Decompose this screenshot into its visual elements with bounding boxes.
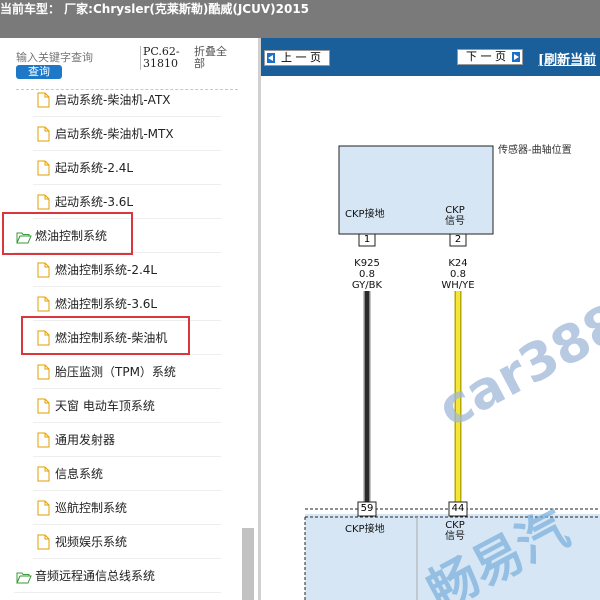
tree-item-label: 启动系统-柴油机-MTX: [55, 127, 174, 141]
tree-item[interactable]: 胎压监测（TPM）系统: [33, 355, 221, 389]
document-icon: [37, 534, 50, 554]
wire-left-gauge: 0.8: [359, 269, 375, 280]
tree-item-label: 燃油控制系统-2.4L: [55, 263, 158, 277]
wiring-diagram: 传感器-曲轴位置 CKP接地 CKP信号 1 2 K925 0.8 GY/BK …: [261, 76, 600, 600]
ecm-left-label: CKP接地: [345, 524, 385, 535]
tree-item-label: 视频娱乐系统: [55, 535, 128, 549]
tree-item-label: 天窗 电动车顶系统: [55, 399, 155, 413]
tree-item[interactable]: 启动系统-柴油机-MTX: [33, 117, 221, 151]
sidebar-scrollbar[interactable]: [242, 528, 254, 600]
vehicle-header: 当前车型： 厂家:Chrysler(克莱斯勒)酷威(JCUV)2015: [0, 0, 600, 38]
sensor-box: [338, 145, 494, 235]
document-icon: [37, 92, 50, 112]
tree-folder-label: 音频远程通信总线系统: [35, 569, 156, 583]
tree-item[interactable]: 巡航控制系统: [33, 491, 221, 525]
tree-item-label: 起动系统-2.4L: [55, 161, 134, 175]
wire-right-gauge: 0.8: [450, 269, 466, 280]
tree-item[interactable]: 信息系统: [33, 457, 221, 491]
wire-left-id: K925: [354, 258, 380, 269]
wire-right-info: K24 0.8 WH/YE: [437, 258, 479, 291]
ecm-pin-left-number: 59: [360, 503, 374, 514]
tree-item-label: 启动系统-柴油机-ATX: [55, 93, 171, 107]
prev-page-button[interactable]: 上 一 页: [264, 50, 330, 66]
tree-item[interactable]: 燃油控制系统-2.4L: [33, 253, 221, 287]
arrow-right-icon: [512, 52, 520, 62]
collapse-all-link[interactable]: 折叠全部: [194, 46, 234, 70]
tree-folder[interactable]: 音频远程通信总线系统: [14, 559, 221, 593]
tree-item[interactable]: 天窗 电动车顶系统: [33, 389, 221, 423]
page-nav-bar: 上 一 页 下 一 页 [刷新当前: [261, 38, 600, 76]
tree-item-label: 通用发射器: [55, 433, 116, 447]
pin-left-number: 1: [363, 234, 371, 245]
document-icon: [37, 160, 50, 180]
wire-right-color: WH/YE: [441, 280, 475, 291]
sidebar: 查询 PC.62-31810 折叠全部 启动系统-柴油机-ATX 启动系统-柴油…: [0, 38, 258, 600]
document-icon: [37, 500, 50, 520]
wire-left-info: K925 0.8 GY/BK: [347, 258, 387, 291]
sensor-name: 传感器-曲轴位置: [498, 145, 572, 156]
pin-right-number: 2: [454, 234, 462, 245]
document-icon: [37, 262, 50, 282]
pin-right-label: CKP信号: [445, 205, 465, 227]
search-button[interactable]: 查询: [16, 65, 62, 79]
document-icon: [37, 296, 50, 316]
vehicle-title: 当前车型： 厂家:Chrysler(克莱斯勒)酷威(JCUV)2015: [0, 2, 310, 16]
tree-item[interactable]: 通用发射器: [33, 423, 221, 457]
document-icon: [37, 194, 50, 214]
tree-item-label: 胎压监测（TPM）系统: [55, 365, 176, 379]
document-icon: [37, 398, 50, 418]
tree-item[interactable]: 启动系统-柴油机-ATX: [33, 83, 221, 117]
next-page-button[interactable]: 下 一 页: [457, 49, 523, 65]
refresh-current-link[interactable]: [刷新当前: [538, 49, 596, 68]
document-icon: [37, 364, 50, 384]
pin-left-label: CKP接地: [345, 209, 385, 220]
tree-item[interactable]: 起动系统-2.4L: [33, 151, 221, 185]
wire-right-id: K24: [448, 258, 468, 269]
folder-open-icon: [16, 569, 32, 588]
highlight-box: [21, 316, 190, 355]
document-icon: [37, 126, 50, 146]
tree-item[interactable]: 视频娱乐系统: [33, 525, 221, 559]
arrow-left-icon: [267, 53, 275, 63]
ecm-pin-right-number: 44: [451, 503, 465, 514]
wire-left-color: GY/BK: [351, 280, 383, 291]
tree-item-label: 巡航控制系统: [55, 501, 128, 515]
page-code: PC.62-31810: [140, 46, 191, 70]
document-icon: [37, 432, 50, 452]
document-icon: [37, 466, 50, 486]
highlight-box: [2, 212, 133, 255]
search-input[interactable]: [16, 50, 134, 64]
tree-item-label: 信息系统: [55, 467, 104, 481]
